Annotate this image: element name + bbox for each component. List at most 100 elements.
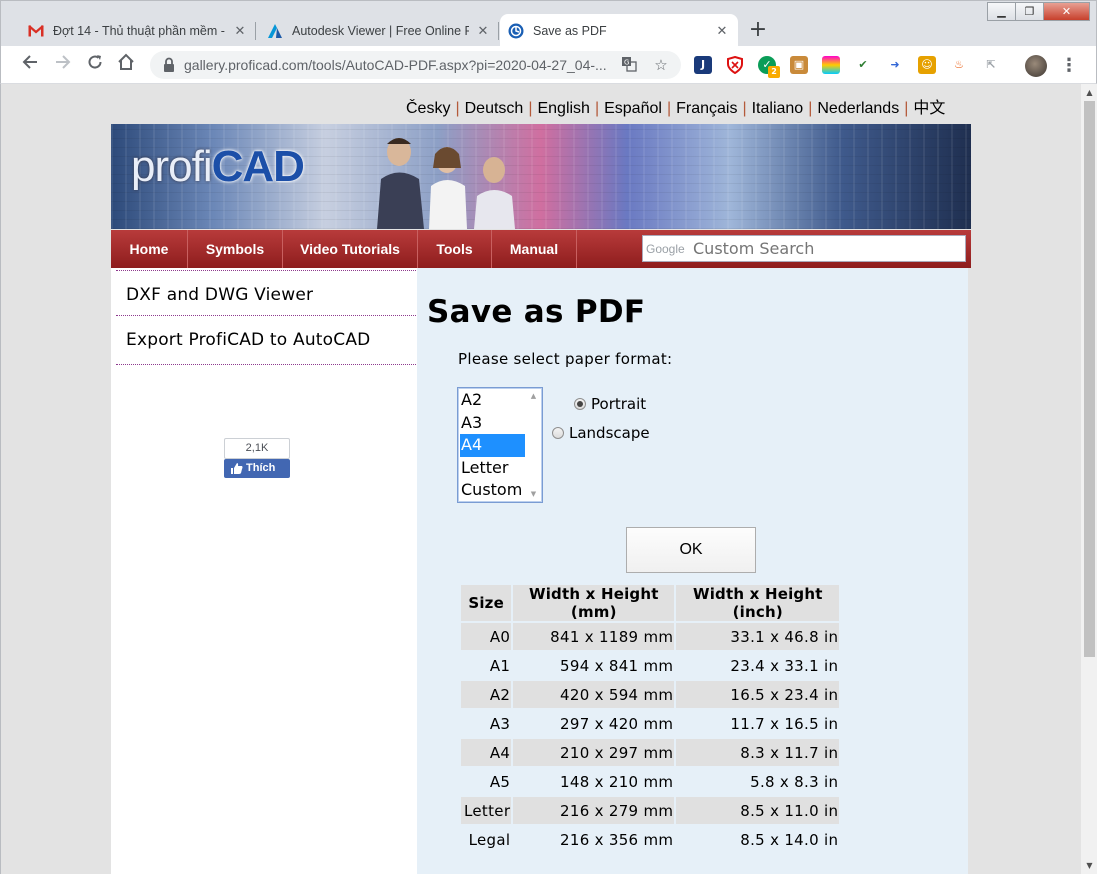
format-option-custom[interactable]: Custom <box>460 479 525 502</box>
maximize-icon[interactable]: ❐ <box>1015 2 1044 21</box>
tab-title: Đợt 14 - Thủ thuật phần mềm - n <box>53 23 226 38</box>
nav-video-tutorials[interactable]: Video Tutorials <box>283 230 418 268</box>
table-row: A4 210 x 297 mm 8.3 x 11.7 in <box>461 739 840 766</box>
scroll-thumb[interactable] <box>1084 101 1095 657</box>
lang-link[interactable]: English <box>537 100 589 117</box>
lang-link[interactable]: Español <box>604 100 662 117</box>
table-header-row: Size Width x Height (mm) Width x Height … <box>461 585 840 621</box>
tab-save-as-pdf[interactable]: Save as PDF ✕ <box>500 14 738 47</box>
person-check-icon[interactable]: ✔ <box>854 56 872 74</box>
emoji-extension-icon[interactable]: ☺ <box>918 56 936 74</box>
close-icon[interactable]: ✕ <box>714 23 730 39</box>
page-viewport: Česky | Deutsch | English | Español | Français | I… <box>0 84 1097 874</box>
size-cell: A4 <box>461 739 512 766</box>
avatar[interactable] <box>1025 55 1047 77</box>
scroll-down-icon[interactable]: ▼ <box>526 487 541 501</box>
like-button[interactable]: Thích <box>224 459 290 478</box>
size-cell: A5 <box>489 772 511 791</box>
reload-icon[interactable] <box>83 53 107 77</box>
column-header: Width x Height (inch) <box>676 585 840 621</box>
landscape-radio[interactable] <box>552 427 564 439</box>
logo-text-profi: profi <box>131 142 213 191</box>
inch-cell: 11.7 x 16.5 in <box>730 714 839 733</box>
format-option-a3[interactable]: A3 <box>460 412 525 435</box>
inch-cell: 16.5 x 23.4 in <box>676 681 840 708</box>
inch-cell: 8.3 x 11.7 in <box>676 739 840 766</box>
table-row: A2 420 x 594 mm 16.5 x 23.4 in <box>461 681 840 708</box>
nav-home[interactable]: Home <box>111 230 188 268</box>
landscape-label: Landscape <box>569 424 650 442</box>
tab-autodesk[interactable]: Autodesk Viewer | Free Online Fi ✕ <box>259 14 499 47</box>
orientation-landscape[interactable]: Landscape <box>552 424 650 442</box>
fire-extension-icon[interactable]: ♨ <box>950 56 968 74</box>
extension-badge: 2 <box>768 66 780 78</box>
mm-cell: 297 x 420 mm <box>560 714 674 733</box>
menu-dots-icon[interactable]: ⋮ <box>1059 55 1079 77</box>
mm-cell: 594 x 841 mm <box>560 656 674 675</box>
column-header: Width x Height (mm) <box>513 585 675 621</box>
minimize-icon[interactable]: ▁ <box>987 2 1016 21</box>
forward-arrow-icon[interactable] <box>51 53 75 77</box>
new-tab-button[interactable]: + <box>745 18 771 44</box>
scroll-up-icon[interactable]: ▲ <box>526 389 541 403</box>
custom-search-box[interactable]: Google <box>642 235 966 262</box>
star-icon[interactable]: ☆ <box>652 56 670 74</box>
sidebar-link-dxf-viewer[interactable]: DXF and DWG Viewer <box>116 270 416 319</box>
shield-icon[interactable] <box>726 55 744 75</box>
main-nav: Home Symbols Video Tutorials Tools Manua… <box>111 230 971 268</box>
lang-link[interactable]: 中文 <box>913 100 945 117</box>
nav-tools[interactable]: Tools <box>418 230 492 268</box>
format-option-letter[interactable]: Letter <box>460 457 525 480</box>
scroll-down-icon[interactable]: ▼ <box>1081 857 1097 874</box>
cat-extension-icon[interactable]: ▣ <box>790 56 808 74</box>
back-arrow-icon[interactable] <box>18 53 42 77</box>
cursor-extension-icon[interactable]: ⇱ <box>982 56 1000 74</box>
sidebar-link-export-autocad[interactable]: Export ProfiCAD to AutoCAD <box>116 315 416 365</box>
lang-link[interactable]: Nederlands <box>817 100 899 117</box>
lang-link[interactable]: Italiano <box>752 100 804 117</box>
search-input[interactable] <box>693 238 961 259</box>
format-option-a4[interactable]: A4 <box>460 434 525 457</box>
translate-icon[interactable]: G <box>620 56 638 74</box>
gmail-icon <box>28 23 44 39</box>
language-bar: Česky | Deutsch | English | Español | Français | I… <box>406 94 945 118</box>
lang-separator: | <box>528 100 533 117</box>
paper-size-table: Size Width x Height (mm) Width x Height … <box>459 583 841 855</box>
page-scrollbar[interactable]: ▲ ▼ <box>1080 84 1097 874</box>
listbox-scrollbar[interactable]: ▲ ▼ <box>526 389 541 501</box>
autodesk-icon <box>267 23 283 39</box>
color-extension-icon[interactable] <box>822 56 840 74</box>
lang-link[interactable]: Deutsch <box>465 100 524 117</box>
portrait-radio[interactable] <box>574 398 586 410</box>
scroll-up-icon[interactable]: ▲ <box>1081 84 1097 101</box>
mm-cell: 210 x 297 mm <box>513 739 675 766</box>
mm-cell: 216 x 356 mm <box>560 830 674 849</box>
lock-icon[interactable] <box>160 56 178 74</box>
extension-j-icon[interactable]: J <box>694 56 712 74</box>
tab-title: Autodesk Viewer | Free Online Fi <box>292 23 469 38</box>
site-banner: profiCAD <box>111 124 971 229</box>
ok-button[interactable]: OK <box>626 527 756 573</box>
lang-separator: | <box>904 100 909 117</box>
nav-manual[interactable]: Manual <box>492 230 577 268</box>
orientation-portrait[interactable]: Portrait <box>574 395 646 413</box>
format-option-a2[interactable]: A2 <box>460 389 525 412</box>
banner-people-image <box>377 138 515 229</box>
close-icon[interactable]: ✕ <box>475 23 491 39</box>
tab-title: Save as PDF <box>533 23 607 38</box>
lang-link[interactable]: Français <box>676 100 737 117</box>
proficad-logo[interactable]: profiCAD <box>131 142 305 192</box>
mm-cell: 841 x 1189 mm <box>513 623 675 650</box>
lang-link[interactable]: Česky <box>406 100 450 117</box>
table-row: A1 594 x 841 mm 23.4 x 33.1 in <box>461 652 839 679</box>
arrow-extension-icon[interactable]: ➜ <box>886 56 904 74</box>
size-cell: A3 <box>489 714 511 733</box>
table-row: Letter 216 x 279 mm 8.5 x 11.0 in <box>461 797 840 824</box>
paper-format-listbox[interactable]: A2 A3 A4 Letter Custom ▲ ▼ <box>457 387 543 503</box>
tab-gmail[interactable]: Đợt 14 - Thủ thuật phần mềm - n ✕ <box>20 14 256 47</box>
window-close-icon[interactable]: ✕ <box>1043 2 1090 21</box>
nav-symbols[interactable]: Symbols <box>188 230 283 268</box>
address-bar[interactable]: gallery.proficad.com/tools/AutoCAD-PDF.a… <box>150 51 681 79</box>
home-icon[interactable] <box>114 53 138 77</box>
close-icon[interactable]: ✕ <box>232 23 248 39</box>
